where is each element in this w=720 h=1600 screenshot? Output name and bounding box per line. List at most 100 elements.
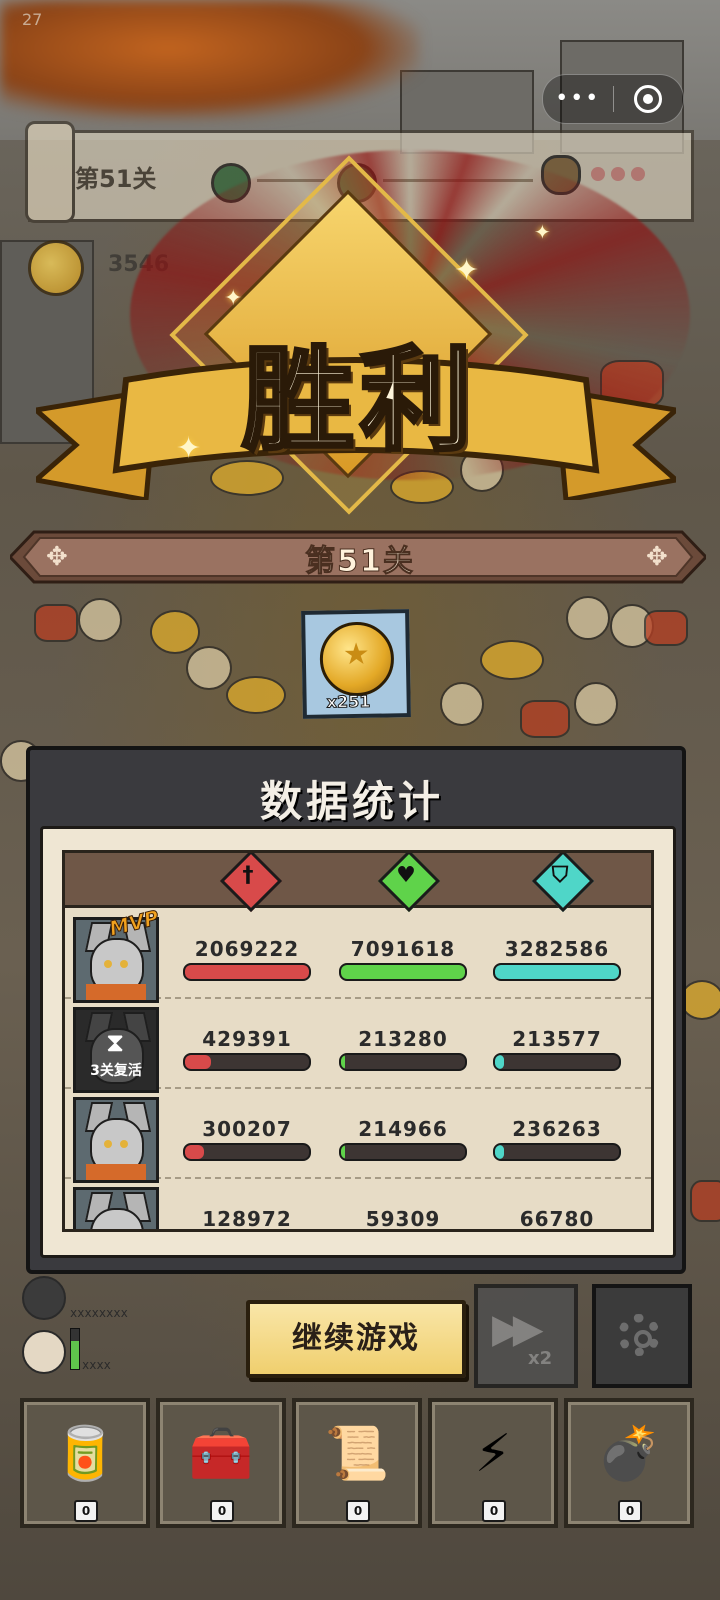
cola-can-icon: 🥫 (52, 1424, 118, 1484)
shield-value: 3282586 (504, 937, 610, 961)
speed-x2-button[interactable]: ▶▶ x2 (474, 1284, 578, 1388)
enemy (186, 646, 232, 690)
bomb-icon: 💣 (596, 1424, 662, 1484)
damage-bar (183, 963, 311, 981)
avatar-eye (120, 960, 128, 968)
shield-value: 213577 (512, 1027, 602, 1051)
reward-count: x251 (326, 691, 371, 712)
enemy (78, 598, 122, 642)
shield-fill (495, 1145, 504, 1159)
shield-fill (495, 965, 619, 979)
enemy (150, 610, 200, 654)
coin-icon (28, 240, 84, 296)
item-quantity: 0 (618, 1500, 642, 1522)
heal-fill (341, 1145, 345, 1159)
damage-icon: † (242, 863, 254, 888)
damage-fill (185, 1055, 212, 1069)
ally-name: xxxxxxxx (70, 1306, 128, 1320)
shield-icon: ⛉ (551, 863, 569, 888)
lightning-paper-icon: ⚡ (474, 1424, 512, 1484)
enemy (520, 700, 570, 738)
item-slot-lightning[interactable]: ⚡ 0 (428, 1398, 558, 1528)
enemy (680, 980, 720, 1020)
item-slot-first-aid[interactable]: 🧰 0 (156, 1398, 286, 1528)
enemy (34, 604, 78, 642)
fps-counter: 27 (22, 10, 43, 29)
item-quantity: 0 (210, 1500, 234, 1522)
mini-program-capsule: ••• (542, 74, 684, 124)
hero-avatar (73, 1187, 159, 1232)
avatar-eye (104, 1230, 112, 1232)
heal-icon: ♥ (396, 863, 416, 888)
avatar-eye (104, 960, 112, 968)
shield-bar (493, 1053, 621, 1071)
progress-dot (631, 167, 645, 181)
damage-value: 2069222 (194, 937, 300, 961)
heal-value: 214966 (358, 1117, 448, 1141)
heal-value: 213280 (358, 1027, 448, 1051)
ally-health-bar (70, 1328, 80, 1370)
revive-countdown: 3关复活 (90, 1063, 142, 1079)
sparkle-icon: ✦ (224, 286, 243, 311)
table-row: ⧗ 3关复活 429391 213280 213577 (65, 999, 651, 1093)
hourglass-icon: ⧗ (106, 1028, 125, 1058)
scroll-icon (25, 121, 75, 223)
reward-card: ★ x251 (301, 609, 411, 719)
damage-bar (183, 1143, 311, 1161)
more-options-icon[interactable]: ••• (543, 75, 613, 123)
gear-icon (618, 1314, 660, 1356)
sparkle-icon: ✦ (454, 253, 480, 288)
item-slot-scroll[interactable]: 📜 0 (292, 1398, 422, 1528)
sparkle-icon: ✦ (534, 220, 551, 244)
enemy (566, 596, 610, 640)
first-aid-kit-icon: 🧰 (188, 1424, 254, 1484)
table-header: † ♥ ⛉ (65, 853, 651, 913)
item-slot-bomb[interactable]: 💣 0 (564, 1398, 694, 1528)
table-row: 128972 59309 66780 (65, 1179, 651, 1232)
sparkle-icon: ✦ (176, 431, 202, 466)
avatar-eye (104, 1140, 112, 1148)
continue-game-button[interactable]: 继续游戏 (246, 1300, 466, 1378)
progress-dot (591, 167, 605, 181)
enemy (690, 1180, 720, 1222)
heal-bar (339, 1053, 467, 1071)
progress-dot (611, 167, 625, 181)
heal-bar (339, 1143, 467, 1161)
gold-coin-icon: ★ (319, 621, 395, 697)
item-quantity: 0 (346, 1500, 370, 1522)
damage-fill (185, 965, 309, 979)
table-row: MVP 2069222 7091618 3282586 (65, 905, 651, 1003)
blurred-foreground (0, 0, 420, 120)
enemy (440, 682, 484, 726)
settings-button[interactable] (592, 1284, 692, 1388)
shield-value: 236263 (512, 1117, 602, 1141)
heal-fill (341, 1055, 345, 1069)
ally-avatar (22, 1276, 66, 1320)
statistics-table[interactable]: † ♥ ⛉ MVP 2069222 7091618 3282586 ⧗ 3关复活… (62, 850, 654, 1232)
damage-value: 300207 (202, 1117, 292, 1141)
table-row: 300207 214966 236263 (65, 1089, 651, 1183)
heal-fill (341, 965, 465, 979)
fast-forward-icon: ▶▶ (492, 1306, 543, 1352)
close-program-button[interactable] (614, 85, 684, 113)
ally-health-fill (71, 1341, 79, 1369)
item-quantity: 0 (482, 1500, 506, 1522)
item-quantity: 0 (74, 1500, 98, 1522)
enemy (480, 640, 544, 680)
item-slot-cola[interactable]: 🥫 0 (20, 1398, 150, 1528)
heal-value: 7091618 (350, 937, 456, 961)
damage-value: 128972 (202, 1207, 292, 1231)
record-close-icon (634, 85, 663, 113)
stage-label: 第51关 (305, 544, 415, 580)
hero-avatar-defeated: ⧗ 3关复活 (73, 1007, 159, 1093)
level-label: 第51关 (75, 165, 157, 193)
speed-multiplier: x2 (528, 1348, 553, 1369)
statistics-title: 数据统计 (259, 777, 444, 826)
avatar-eye (120, 1230, 128, 1232)
shield-bar (493, 1143, 621, 1161)
shield-bar (493, 963, 621, 981)
hero-avatar (73, 1097, 159, 1183)
enemy (644, 610, 688, 646)
heal-bar (339, 963, 467, 981)
shield-value: 66780 (519, 1207, 595, 1231)
